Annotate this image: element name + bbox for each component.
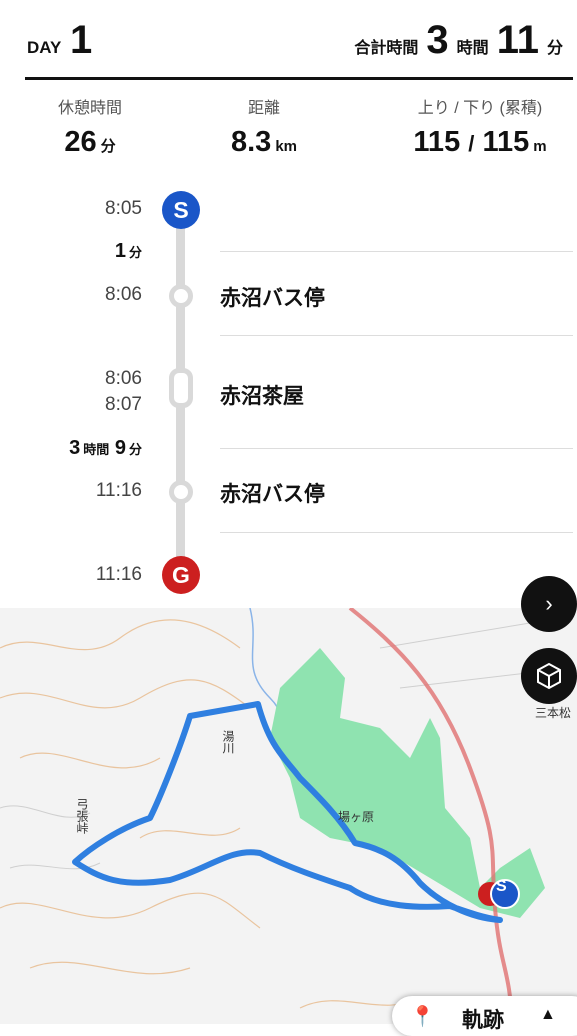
rest-time-unit: 分 <box>100 138 116 155</box>
start-pin-label: S <box>496 878 507 895</box>
stop2-depart-time: 8:07 <box>105 394 142 415</box>
leg1-duration: 1分 <box>0 240 142 263</box>
view-3d-button[interactable] <box>521 648 577 704</box>
goal-time: 11:16 <box>95 564 142 585</box>
header-divider <box>25 77 573 80</box>
total-time: 合計時間 3 時間 11 分 <box>354 18 563 63</box>
timeline-separator <box>220 335 573 336</box>
timeline-separator <box>220 251 573 252</box>
minutes-label: 分 <box>546 40 563 57</box>
day-header: DAY 1 合計時間 3 時間 11 分 <box>0 0 577 78</box>
stop3-time: 11:16 <box>95 480 142 501</box>
rest-time-value: 26 <box>64 126 97 158</box>
leg2-hours-unit: 時間 <box>83 442 110 457</box>
day-label: DAY <box>27 38 62 57</box>
start-time: 8:05 <box>105 198 142 219</box>
stop3-node-icon <box>169 480 193 504</box>
hours-label: 時間 <box>456 40 489 57</box>
elevation-up: 115 <box>413 126 461 158</box>
elevation-unit: m <box>533 138 547 155</box>
track-label: 軌跡 <box>462 1009 504 1032</box>
track-toggle-button[interactable]: 📍 軌跡 ▲ <box>392 996 577 1036</box>
stop1-place[interactable]: 赤沼バス停 <box>220 282 325 312</box>
total-hours: 3 <box>426 18 449 62</box>
start-marker-icon: S <box>162 191 200 229</box>
rest-time-stat: 休憩時間 26 分 <box>50 94 130 159</box>
day-number: 1 <box>70 18 93 62</box>
stop3-place[interactable]: 赤沼バス停 <box>220 478 325 508</box>
rest-time-label: 休憩時間 <box>57 100 122 117</box>
total-time-label: 合計時間 <box>354 40 419 57</box>
map-pin-icon: 📍 <box>410 1006 435 1028</box>
distance-stat: 距離 8.3 km <box>214 94 314 159</box>
elevation-stat: 上り / 下り (累積) 115 / 115 m <box>400 94 560 159</box>
elevation-slash: / <box>468 131 475 156</box>
chevron-up-icon: ▲ <box>540 1006 556 1023</box>
timeline-separator <box>220 532 573 533</box>
total-minutes: 11 <box>496 18 539 62</box>
leg1-duration-unit: 分 <box>128 245 142 260</box>
forward-button[interactable]: › <box>521 576 577 632</box>
map-label-yugawa: 湯川 <box>221 730 235 754</box>
leg2-duration: 3 時間 9分 <box>0 437 142 460</box>
distance-value: 8.3 <box>230 126 272 158</box>
leg2-minutes-unit: 分 <box>128 442 142 457</box>
distance-unit: km <box>275 138 297 155</box>
distance-label: 距離 <box>247 100 280 117</box>
elevation-label: 上り / 下り (累積) <box>417 100 543 117</box>
goal-marker-icon: G <box>162 556 200 594</box>
stop1-time: 8:06 <box>105 284 142 305</box>
map-label-senjogahara: 場ヶ原 <box>338 810 375 824</box>
stop2-node-icon <box>169 368 193 408</box>
timeline-separator <box>220 448 573 449</box>
stop2-place[interactable]: 赤沼茶屋 <box>220 380 304 410</box>
arrow-right-icon: › <box>545 591 553 616</box>
cube-icon <box>537 662 561 690</box>
elevation-down: 115 <box>482 126 530 158</box>
map-label-pass: 弓張峠 <box>75 798 89 834</box>
leg2-hours: 3 <box>69 437 81 459</box>
stop1-node-icon <box>169 284 193 308</box>
leg1-duration-value: 1 <box>114 240 126 262</box>
route-map[interactable]: 三本松 湯川 弓張峠 場ヶ原 S <box>0 608 577 1024</box>
map-label-sanbonmatsu: 三本松 <box>535 706 572 720</box>
leg2-minutes: 9 <box>114 437 126 459</box>
stop2-arrive-time: 8:06 <box>105 368 142 389</box>
